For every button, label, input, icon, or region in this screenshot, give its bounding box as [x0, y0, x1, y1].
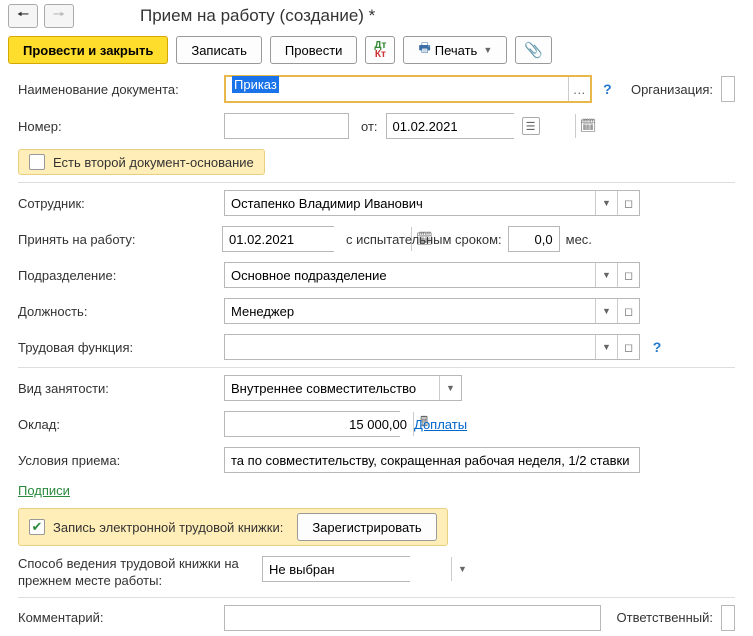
position-open-button[interactable]: ◻	[617, 299, 639, 323]
salary-label: Оклад:	[18, 417, 216, 432]
calendar-icon: 🗓	[580, 118, 597, 134]
extra-pay-link[interactable]: Доплаты	[414, 417, 467, 432]
division-dropdown-button[interactable]: ▼	[595, 263, 617, 287]
list-icon-button[interactable]: ☰	[522, 117, 540, 135]
ework-record-checkbox[interactable]: ✔	[29, 519, 45, 535]
employment-type-input[interactable]	[225, 376, 439, 400]
employee-input[interactable]	[225, 191, 595, 215]
position-input[interactable]	[225, 299, 595, 323]
labor-function-dropdown-button[interactable]: ▼	[595, 335, 617, 359]
page-title: Прием на работу (создание) *	[80, 6, 375, 26]
dtkt-button[interactable]: ДтКт	[365, 36, 395, 64]
comment-input[interactable]	[224, 605, 601, 631]
book-method-label: Способ ведения трудовой книжки на прежне…	[18, 556, 254, 590]
post-button[interactable]: Провести	[270, 36, 358, 64]
labor-function-input[interactable]	[225, 335, 595, 359]
position-label: Должность:	[18, 304, 216, 319]
employee-open-button[interactable]: ◻	[617, 191, 639, 215]
salary-input[interactable]	[225, 412, 413, 436]
write-button[interactable]: Записать	[176, 36, 262, 64]
doc-name-ellipsis-button[interactable]: …	[568, 77, 590, 101]
help-icon[interactable]: ?	[648, 338, 666, 356]
comment-label: Комментарий:	[18, 610, 216, 625]
register-button[interactable]: Зарегистрировать	[297, 513, 436, 541]
probation-label: с испытательным сроком:	[346, 232, 502, 247]
responsible-label: Ответственный:	[617, 610, 713, 625]
doc-name-input[interactable]: Приказ	[226, 77, 568, 101]
print-button[interactable]: 🖶 Печать ▼	[403, 36, 507, 64]
printer-icon: 🖶	[418, 39, 430, 61]
paperclip-icon: 📎	[524, 41, 543, 59]
labor-function-open-button[interactable]: ◻	[617, 335, 639, 359]
second-doc-checkbox[interactable]	[29, 154, 45, 170]
second-doc-panel: Есть второй документ-основание	[18, 149, 265, 175]
employment-type-label: Вид занятости:	[18, 381, 216, 396]
probation-input[interactable]	[508, 226, 560, 252]
doc-name-label: Наименование документа:	[18, 82, 216, 97]
position-dropdown-button[interactable]: ▼	[595, 299, 617, 323]
org-input[interactable]	[721, 76, 735, 102]
book-method-dropdown-button[interactable]: ▼	[451, 557, 473, 581]
ework-record-label: Запись электронной трудовой книжки:	[53, 520, 283, 535]
second-doc-label: Есть второй документ-основание	[53, 155, 254, 170]
labor-function-label: Трудовая функция:	[18, 340, 216, 355]
conditions-input[interactable]	[224, 447, 640, 473]
from-label: от:	[361, 119, 378, 134]
employment-type-dropdown-button[interactable]: ▼	[439, 376, 461, 400]
nav-forward-button[interactable]: 🠖	[44, 4, 74, 28]
employee-label: Сотрудник:	[18, 196, 216, 211]
number-input[interactable]	[224, 113, 349, 139]
doc-date-input[interactable]	[387, 114, 575, 138]
division-open-button[interactable]: ◻	[617, 263, 639, 287]
attach-button[interactable]: 📎	[515, 36, 552, 64]
post-and-close-button[interactable]: Провести и закрыть	[8, 36, 168, 64]
months-label: мес.	[566, 232, 592, 247]
division-label: Подразделение:	[18, 268, 216, 283]
responsible-input[interactable]	[721, 605, 735, 631]
number-label: Номер:	[18, 119, 216, 134]
doc-date-calendar-button[interactable]: 🗓	[575, 114, 601, 138]
employee-dropdown-button[interactable]: ▼	[595, 191, 617, 215]
division-input[interactable]	[225, 263, 595, 287]
chevron-down-icon: ▼	[483, 45, 492, 55]
conditions-label: Условия приема:	[18, 453, 216, 468]
signatures-link[interactable]: Подписи	[18, 483, 70, 498]
dtkt-icon: ДтКт	[374, 41, 386, 59]
ework-record-panel: ✔ Запись электронной трудовой книжки: За…	[18, 508, 448, 546]
book-method-input[interactable]	[263, 557, 451, 581]
org-label: Организация:	[631, 82, 713, 97]
help-icon[interactable]: ?	[600, 80, 615, 98]
hire-date-label: Принять на работу:	[18, 232, 216, 247]
nav-back-button[interactable]: 🠔	[8, 4, 38, 28]
